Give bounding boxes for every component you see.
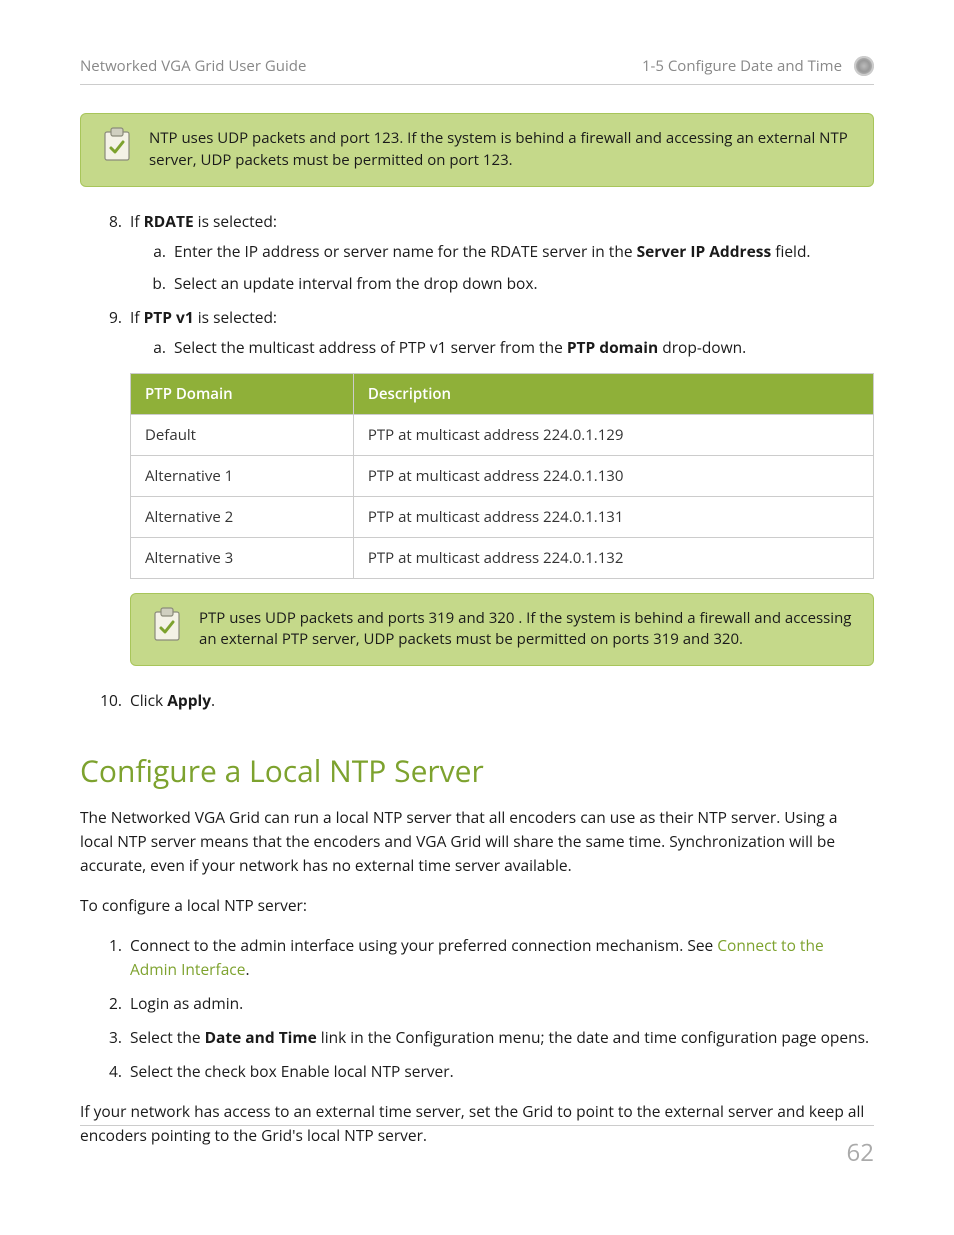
step-9-sublist: Select the multicast address of PTP v1 s…	[130, 335, 874, 359]
step-10: Click Apply.	[126, 688, 874, 712]
clipboard-check-icon	[101, 126, 133, 158]
th-domain: PTP Domain	[131, 373, 354, 414]
step-9-bold: PTP v1	[144, 306, 194, 328]
config-step-1: Connect to the admin interface using you…	[126, 933, 874, 981]
config-step-4: Select the check box Enable local NTP se…	[126, 1059, 874, 1083]
page-number: 62	[847, 1136, 874, 1169]
step-9: If PTP v1 is selected: Select the multic…	[126, 305, 874, 359]
cell-desc: PTP at multicast address 224.0.1.132	[353, 537, 873, 578]
step-8-text-suffix: is selected:	[194, 210, 277, 232]
config-steps: Connect to the admin interface using you…	[80, 933, 874, 1083]
step-9-text-prefix: If	[130, 306, 144, 328]
config-step-3-suffix: link in the Configuration menu; the date…	[317, 1026, 869, 1048]
config-step-2: Login as admin.	[126, 991, 874, 1015]
table-row: Alternative 1 PTP at multicast address 2…	[131, 455, 874, 496]
step-10-prefix: Click	[130, 689, 167, 711]
cell-desc: PTP at multicast address 224.0.1.129	[353, 414, 873, 455]
step-8-bold: RDATE	[144, 210, 194, 232]
step-8-text-prefix: If	[130, 210, 144, 232]
th-description: Description	[353, 373, 873, 414]
table-header-row: PTP Domain Description	[131, 373, 874, 414]
step-9a-prefix: Select the multicast address of PTP v1 s…	[174, 336, 567, 358]
header-left: Networked VGA Grid User Guide	[80, 56, 306, 76]
step-10-bold: Apply	[167, 689, 211, 711]
config-step-1-prefix: Connect to the admin interface using you…	[130, 934, 717, 956]
intro-paragraph: The Networked VGA Grid can run a local N…	[80, 805, 874, 877]
config-step-3-bold: Date and Time	[205, 1026, 317, 1048]
step-8a: Enter the IP address or server name for …	[170, 239, 874, 263]
cell-domain: Alternative 1	[131, 455, 354, 496]
config-step-1-suffix: .	[245, 958, 249, 980]
brand-logo-icon	[854, 56, 874, 76]
cell-domain: Alternative 3	[131, 537, 354, 578]
table-row: Alternative 2 PTP at multicast address 2…	[131, 496, 874, 537]
cell-domain: Alternative 2	[131, 496, 354, 537]
step-10-suffix: .	[211, 689, 215, 711]
step-8a-bold: Server IP Address	[637, 240, 772, 262]
config-lead: To configure a local NTP server:	[80, 893, 874, 917]
config-step-3-prefix: Select the	[130, 1026, 205, 1048]
step-9a-suffix: drop-down.	[658, 336, 746, 358]
step-8-sublist: Enter the IP address or server name for …	[130, 239, 874, 295]
step-9-text-suffix: is selected:	[194, 306, 277, 328]
ptp-domain-table: PTP Domain Description Default PTP at mu…	[130, 373, 874, 579]
callout-ptp-text: PTP uses UDP packets and ports 319 and 3…	[199, 608, 853, 652]
page-footer: 62	[80, 1125, 874, 1169]
steps-list-cont: Click Apply.	[80, 688, 874, 712]
callout-ptp: PTP uses UDP packets and ports 319 and 3…	[130, 593, 874, 667]
cell-domain: Default	[131, 414, 354, 455]
section-heading: Configure a Local NTP Server	[80, 750, 874, 791]
step-9a-bold: PTP domain	[567, 336, 658, 358]
step-8b: Select an update interval from the drop …	[170, 271, 874, 295]
table-row: Alternative 3 PTP at multicast address 2…	[131, 537, 874, 578]
steps-list: If RDATE is selected: Enter the IP addre…	[80, 209, 874, 359]
callout-ntp-text: NTP uses UDP packets and port 123. If th…	[149, 128, 853, 172]
clipboard-check-icon	[151, 606, 183, 638]
table-row: Default PTP at multicast address 224.0.1…	[131, 414, 874, 455]
step-8a-suffix: field.	[771, 240, 810, 262]
page-header: Networked VGA Grid User Guide 1-5 Config…	[80, 56, 874, 85]
header-right: 1-5 Configure Date and Time	[642, 56, 842, 76]
cell-desc: PTP at multicast address 224.0.1.131	[353, 496, 873, 537]
cell-desc: PTP at multicast address 224.0.1.130	[353, 455, 873, 496]
callout-ntp: NTP uses UDP packets and port 123. If th…	[80, 113, 874, 187]
step-8: If RDATE is selected: Enter the IP addre…	[126, 209, 874, 295]
step-8a-prefix: Enter the IP address or server name for …	[174, 240, 637, 262]
step-9a: Select the multicast address of PTP v1 s…	[170, 335, 874, 359]
config-step-3: Select the Date and Time link in the Con…	[126, 1025, 874, 1049]
